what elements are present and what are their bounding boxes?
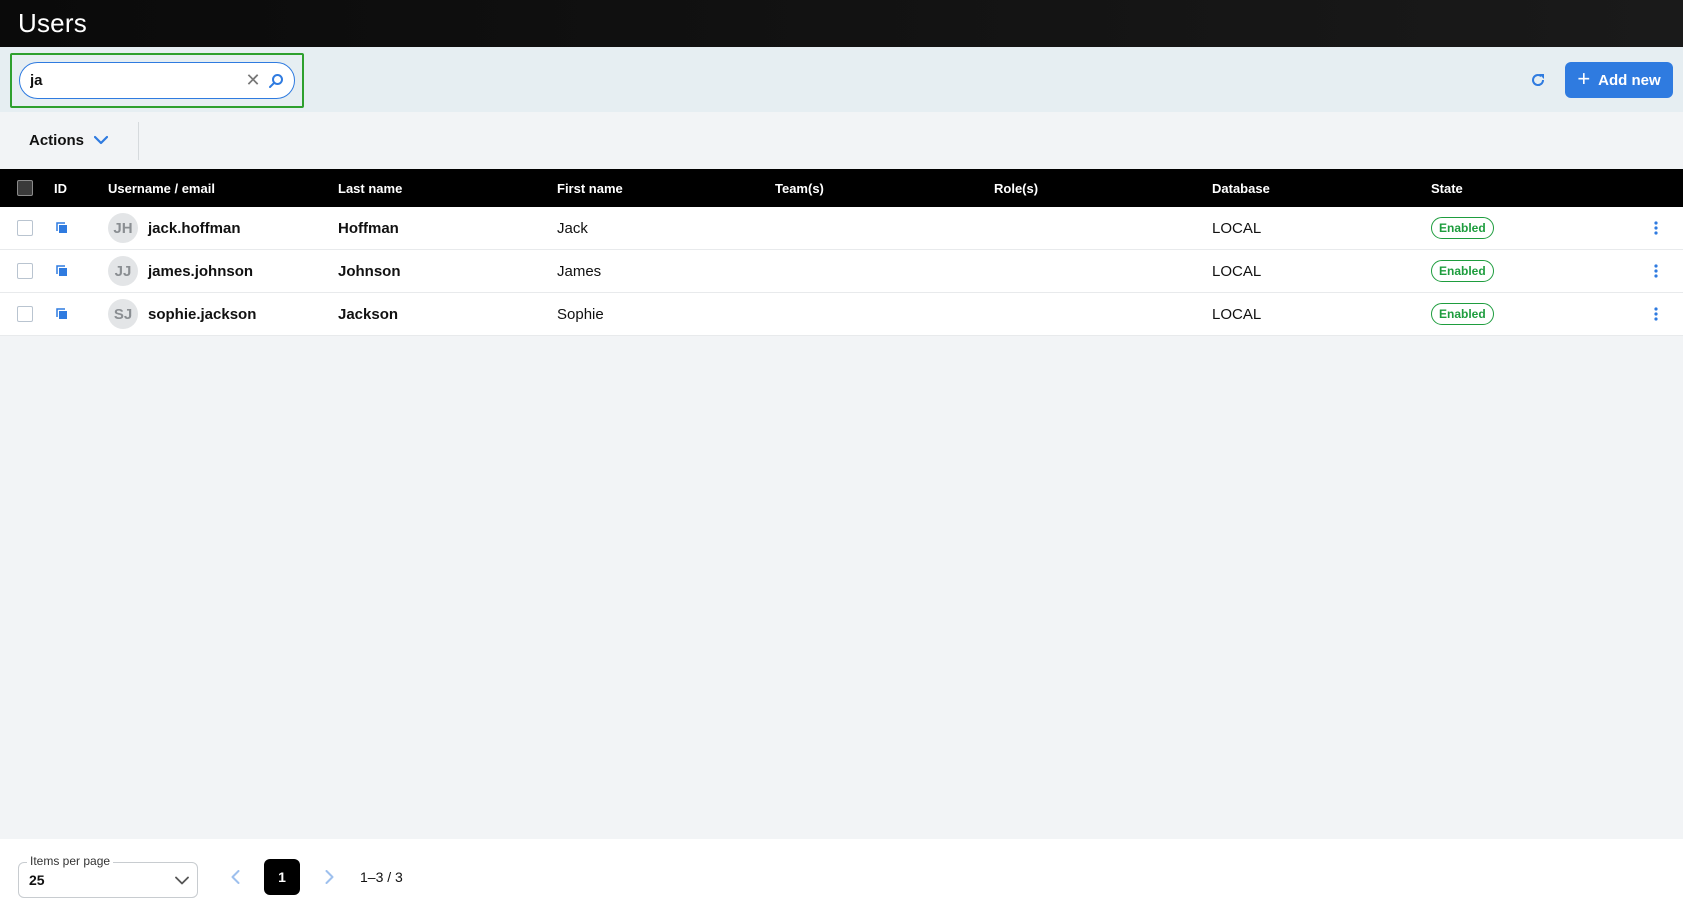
status-badge: Enabled xyxy=(1431,260,1494,282)
search-box: ✕ xyxy=(19,62,295,99)
last-name: Hoffman xyxy=(338,219,399,237)
column-header-id[interactable]: ID xyxy=(54,181,108,196)
pagination-range: 1–3 / 3 xyxy=(360,869,403,885)
items-per-page-value: 25 xyxy=(29,872,45,888)
search-focus-outline: ✕ xyxy=(10,53,304,108)
search-icon[interactable] xyxy=(266,71,286,91)
chevron-left-icon[interactable] xyxy=(220,862,250,892)
actions-label: Actions xyxy=(29,132,85,149)
page-button-current[interactable]: 1 xyxy=(264,859,300,895)
first-name: Jack xyxy=(557,219,588,237)
column-header-username[interactable]: Username / email xyxy=(108,181,338,196)
row-checkbox[interactable] xyxy=(17,220,33,236)
table-row[interactable]: SJ sophie.jackson Jackson Sophie LOCAL E… xyxy=(0,293,1683,336)
copy-icon[interactable] xyxy=(54,220,70,236)
items-per-page-label: Items per page xyxy=(27,854,114,868)
kebab-menu-icon[interactable] xyxy=(1649,261,1663,281)
chevron-down-icon xyxy=(167,876,197,885)
plus-icon: + xyxy=(1577,66,1591,91)
column-header-last-name[interactable]: Last name xyxy=(338,181,557,196)
toolbar: ✕ + Add new xyxy=(0,47,1683,112)
search-input[interactable] xyxy=(30,72,244,89)
first-name: Sophie xyxy=(557,305,604,323)
table-header: ID Username / email Last name First name… xyxy=(0,169,1683,207)
page-header: Users xyxy=(0,0,1683,47)
add-new-label: Add new xyxy=(1598,71,1661,89)
column-header-roles[interactable]: Role(s) xyxy=(994,181,1212,196)
table-row[interactable]: JH jack.hoffman Hoffman Jack LOCAL Enabl… xyxy=(0,207,1683,250)
column-header-database[interactable]: Database xyxy=(1212,181,1431,196)
actions-bar: Actions xyxy=(0,112,1683,169)
database: LOCAL xyxy=(1212,305,1262,323)
database: LOCAL xyxy=(1212,262,1262,280)
avatar: SJ xyxy=(108,299,138,329)
last-name: Jackson xyxy=(338,305,399,323)
actions-dropdown[interactable]: Actions xyxy=(29,121,140,160)
kebab-menu-icon[interactable] xyxy=(1649,304,1663,324)
copy-icon[interactable] xyxy=(54,306,70,322)
username[interactable]: james.johnson xyxy=(148,263,253,280)
select-all-checkbox[interactable] xyxy=(17,180,33,196)
row-checkbox[interactable] xyxy=(17,306,33,322)
items-per-page-select[interactable]: Items per page 25 xyxy=(18,854,198,898)
first-name: James xyxy=(557,262,602,280)
avatar: JJ xyxy=(108,256,138,286)
add-new-button[interactable]: + Add new xyxy=(1565,62,1673,98)
pagination-footer: Items per page 25 1 1–3 / 3 xyxy=(0,839,1683,915)
row-checkbox[interactable] xyxy=(17,263,33,279)
database: LOCAL xyxy=(1212,219,1262,237)
kebab-menu-icon[interactable] xyxy=(1649,218,1663,238)
clear-icon[interactable]: ✕ xyxy=(244,70,262,90)
users-table: ID Username / email Last name First name… xyxy=(0,169,1683,336)
last-name: Johnson xyxy=(338,262,401,280)
username[interactable]: jack.hoffman xyxy=(148,220,241,237)
chevron-right-icon[interactable] xyxy=(314,862,344,892)
avatar: JH xyxy=(108,213,138,243)
column-header-first-name[interactable]: First name xyxy=(557,181,775,196)
username[interactable]: sophie.jackson xyxy=(148,306,256,323)
column-header-teams[interactable]: Team(s) xyxy=(775,181,994,196)
app: Users ✕ + Add new xyxy=(0,0,1683,915)
column-header-state[interactable]: State xyxy=(1431,181,1631,196)
status-badge: Enabled xyxy=(1431,217,1494,239)
chevron-down-icon xyxy=(93,132,109,149)
status-badge: Enabled xyxy=(1431,303,1494,325)
copy-icon[interactable] xyxy=(54,263,70,279)
page-title: Users xyxy=(18,8,87,38)
refresh-icon[interactable] xyxy=(1527,69,1549,91)
table-row[interactable]: JJ james.johnson Johnson James LOCAL Ena… xyxy=(0,250,1683,293)
